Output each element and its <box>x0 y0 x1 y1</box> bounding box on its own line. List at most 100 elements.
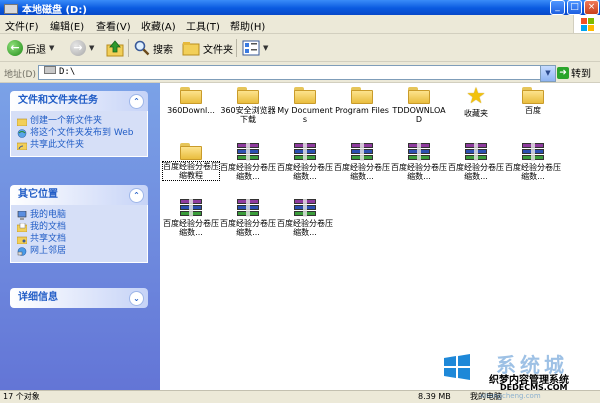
places-panel-header[interactable]: 其它位置 ⌃ <box>10 185 148 205</box>
publish-web-icon <box>17 129 27 138</box>
file-name: TDDOWNLOAD <box>392 106 446 124</box>
menu-file[interactable]: 文件(F) <box>5 18 39 33</box>
file-item[interactable]: 百度经验分卷压缩教程 <box>162 143 220 181</box>
share-folder-icon <box>17 142 27 150</box>
network-places-icon <box>17 247 27 256</box>
forward-arrow-icon: → <box>70 40 86 56</box>
new-folder-icon <box>17 118 27 126</box>
rar-archive-icon <box>294 199 316 217</box>
chevron-down-icon: ▼ <box>263 44 269 52</box>
address-value: D:\ <box>59 67 76 77</box>
details-panel-header[interactable]: 详细信息 ⌄ <box>10 288 148 308</box>
collapse-icon[interactable]: ⌃ <box>129 94 144 109</box>
close-button[interactable]: × <box>584 0 599 15</box>
drive-icon <box>4 4 18 14</box>
address-label: 地址(D) <box>4 70 36 80</box>
place-my-computer[interactable]: 我的电脑 <box>17 210 147 220</box>
up-button[interactable] <box>106 38 124 58</box>
back-arrow-icon: ← <box>7 40 23 56</box>
place-shared-documents[interactable]: 共享文档 <box>17 234 147 244</box>
file-name: 360安全浏览器下载 <box>220 106 276 124</box>
my-computer-icon <box>17 211 27 220</box>
place-network[interactable]: 网上邻居 <box>17 246 147 256</box>
file-item[interactable]: 百度经验分卷压缩数... <box>277 143 333 181</box>
chevron-down-icon: ▼ <box>89 44 95 52</box>
menu-tools[interactable]: 工具(T) <box>186 18 220 33</box>
rar-archive-icon <box>465 143 487 161</box>
rar-archive-icon <box>180 199 202 217</box>
search-icon <box>134 40 150 56</box>
menu-favorites[interactable]: 收藏(A) <box>141 18 176 33</box>
folders-icon <box>182 42 200 56</box>
tasks-panel: 文件和文件夹任务 ⌃ 创建一个新文件夹 将这个文件夹发布到 Web 共享此文件夹 <box>10 91 148 157</box>
folder-icon <box>294 87 316 104</box>
menu-edit[interactable]: 编辑(E) <box>50 18 84 33</box>
places-panel: 其它位置 ⌃ 我的电脑 我的文档 共享文档 网上邻居 <box>10 185 148 263</box>
search-button[interactable]: 搜索 <box>134 38 173 58</box>
views-button[interactable]: ▼ <box>242 38 268 58</box>
task-share-folder[interactable]: 共享此文件夹 <box>17 140 147 150</box>
task-publish-web[interactable]: 将这个文件夹发布到 Web <box>17 128 147 138</box>
forward-button[interactable]: → ▼ <box>70 38 94 58</box>
file-item[interactable]: 百度经验分卷压缩数... <box>391 143 447 181</box>
window-title: 本地磁盘 (D:) <box>4 1 87 16</box>
rar-archive-icon <box>237 199 259 217</box>
menu-help[interactable]: 帮助(H) <box>230 18 265 33</box>
file-name: 百度经验分卷压缩数... <box>277 219 333 237</box>
file-name: 百度经验分卷压缩数... <box>448 163 504 181</box>
file-item[interactable]: 360安全浏览器下载 <box>220 87 276 124</box>
file-item[interactable]: Program Files <box>334 87 390 115</box>
file-name: Program Files <box>335 106 389 115</box>
file-item[interactable]: 百度经验分卷压缩数... <box>334 143 390 181</box>
file-item[interactable]: 百度经验分卷压缩数... <box>448 143 504 181</box>
title-bar[interactable]: 本地磁盘 (D:) _ □ × <box>0 0 600 16</box>
windows-logo-icon <box>573 15 600 33</box>
menu-view[interactable]: 查看(V) <box>96 18 131 33</box>
folders-label: 文件夹 <box>203 44 233 56</box>
file-item[interactable]: My Documents <box>277 87 333 124</box>
file-name: 收藏夹 <box>464 109 488 118</box>
file-name: 百度经验分卷压缩数... <box>220 163 276 181</box>
watermark: 系统城 织梦内容管理系统 DEDECMS.COM xitongcheng.com <box>442 348 598 400</box>
file-item[interactable]: ★ 收藏夹 <box>448 84 504 119</box>
collapse-icon[interactable]: ⌃ <box>129 188 144 203</box>
file-item[interactable]: 百度 <box>505 87 561 115</box>
address-dropdown-button[interactable]: ▼ <box>540 65 556 82</box>
search-label: 搜索 <box>153 44 173 56</box>
maximize-button[interactable]: □ <box>567 0 582 15</box>
minimize-button[interactable]: _ <box>550 0 565 15</box>
rar-archive-icon <box>522 143 544 161</box>
file-name: 百度经验分卷压缩数... <box>220 219 276 237</box>
go-label: 转到 <box>571 69 591 80</box>
file-name: 百度经验分卷压缩教程 <box>162 161 220 181</box>
tasks-panel-header[interactable]: 文件和文件夹任务 ⌃ <box>10 91 148 111</box>
favorites-star-icon: ★ <box>466 84 486 109</box>
places-panel-title: 其它位置 <box>18 189 58 200</box>
file-item[interactable]: TDDOWNLOAD <box>391 87 447 124</box>
go-button[interactable]: ➜ 转到 <box>557 65 591 80</box>
file-name: 百度经验分卷压缩数... <box>505 163 561 181</box>
file-name: 百度 <box>525 106 541 115</box>
up-folder-icon <box>106 40 124 57</box>
rar-archive-icon <box>237 143 259 161</box>
expand-icon[interactable]: ⌄ <box>129 291 144 306</box>
menu-bar: 文件(F) 编辑(E) 查看(V) 收藏(A) 工具(T) 帮助(H) <box>0 15 600 34</box>
file-item[interactable]: 百度经验分卷压缩数... <box>505 143 561 181</box>
place-my-documents[interactable]: 我的文档 <box>17 222 147 232</box>
file-name: My Documents <box>277 106 333 124</box>
file-list[interactable]: 360Downl... 360安全浏览器下载 My Documents Program… <box>160 83 600 390</box>
folder-icon <box>351 87 373 104</box>
folders-button[interactable]: 文件夹 <box>182 38 233 58</box>
task-new-folder[interactable]: 创建一个新文件夹 <box>17 116 147 126</box>
file-item[interactable]: 百度经验分卷压缩数... <box>277 199 333 237</box>
file-item[interactable]: 百度经验分卷压缩数... <box>220 143 276 181</box>
folder-icon <box>180 143 202 160</box>
back-button[interactable]: ← 后退 ▼ <box>7 38 54 58</box>
file-name: 360Downl... <box>167 106 215 115</box>
file-item[interactable]: 百度经验分卷压缩数... <box>163 199 219 237</box>
address-input[interactable]: D:\ <box>38 65 555 80</box>
file-item[interactable]: 百度经验分卷压缩数... <box>220 199 276 237</box>
file-item[interactable]: 360Downl... <box>163 87 219 115</box>
watermark-logo-icon <box>444 354 470 380</box>
file-name: 百度经验分卷压缩数... <box>391 163 447 181</box>
